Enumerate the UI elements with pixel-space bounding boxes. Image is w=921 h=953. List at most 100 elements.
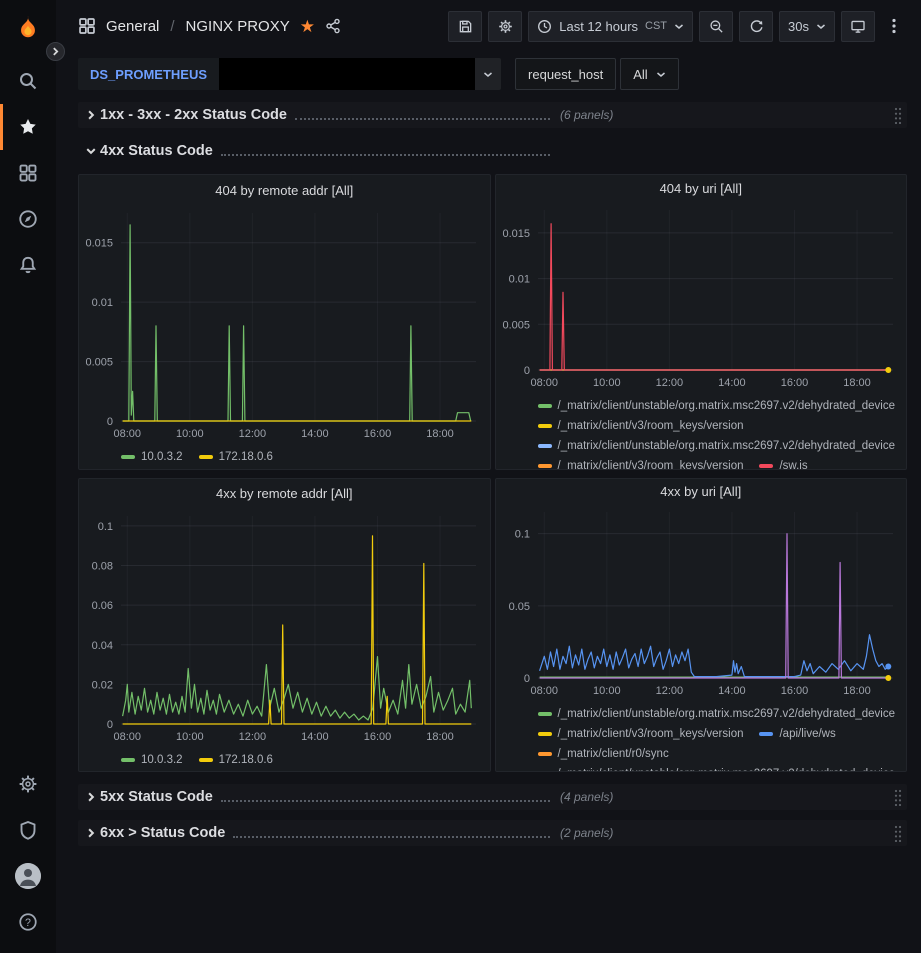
legend-item[interactable]: /_matrix/client/unstable/org.matrix.msc2… [538,767,896,771]
timeseries-chart[interactable]: 00.0050.010.01508:0010:0012:0014:0016:00… [79,205,490,448]
favorite-star-icon[interactable]: ★ [300,18,315,35]
refresh-button[interactable] [739,11,773,42]
panel-4xx-by-uri: 4xx by uri [All] 00.050.108:0010:0012:00… [495,478,908,772]
legend-swatch [199,758,213,762]
legend-item[interactable]: /_matrix/client/unstable/org.matrix.msc2… [538,439,896,453]
chevron-right-icon [82,110,100,120]
row-panel-count: (6 panels) [560,108,613,122]
sidebar-item-explore[interactable] [0,196,56,242]
svg-text:0.05: 0.05 [508,600,529,612]
kebab-menu-button[interactable] [881,11,907,42]
share-icon[interactable] [325,18,341,34]
row-toggle-4xx[interactable]: 4xx Status Code [78,138,907,164]
svg-text:18:00: 18:00 [426,731,454,743]
sidebar-collapse-button[interactable] [46,42,65,61]
sidebar-item-alerting[interactable] [0,242,56,288]
legend-item[interactable]: /sw.js [759,459,807,469]
panel-legend: /_matrix/client/unstable/org.matrix.msc2… [496,705,907,771]
variables-toolbar: DS_PROMETHEUS request_host All [56,52,921,100]
save-dashboard-button[interactable] [448,11,482,42]
star-icon [18,117,38,137]
breadcrumb-title[interactable]: NGINX PROXY [186,18,290,35]
legend-item[interactable]: /_matrix/client/v3/room_keys/version [538,727,744,741]
legend-item[interactable]: /_matrix/client/unstable/org.matrix.msc2… [538,399,896,413]
sidebar-item-settings[interactable] [0,761,56,807]
dashboard-scroll-area[interactable]: 1xx - 3xx - 2xx Status Code (6 panels) [56,100,921,953]
svg-text:14:00: 14:00 [301,731,329,743]
legend-swatch [538,404,552,408]
panel-header[interactable]: 404 by remote addr [All] [79,175,490,205]
apps-grid-icon[interactable] [78,17,96,35]
time-range-picker[interactable]: Last 12 hours CST [528,11,693,42]
main-area: General / NGINX PROXY ★ [56,0,921,953]
datasource-variable-label[interactable]: DS_PROMETHEUS [78,58,219,90]
search-icon [18,71,38,91]
dotted-leader [233,828,550,838]
breadcrumb-separator: / [169,18,175,35]
legend-label: /_matrix/client/unstable/org.matrix.msc2… [558,767,896,771]
time-range-label: Last 12 hours [559,19,638,34]
legend-label: /sw.js [779,459,807,469]
zoom-out-icon [709,19,724,34]
svg-text:0.005: 0.005 [85,357,113,369]
shield-icon [18,820,38,840]
row-toggle-6xx[interactable]: 6xx > Status Code (2 panels) [78,820,907,846]
panel-404-by-remote-addr: 404 by remote addr [All] 00.0050.010.015… [78,174,491,470]
legend-item[interactable]: /_matrix/client/v3/room_keys/version [538,419,744,433]
request-host-value-dropdown[interactable]: All [620,58,678,90]
request-host-filter: request_host All [515,58,679,90]
timeseries-chart[interactable]: 00.020.040.060.080.108:0010:0012:0014:00… [79,508,490,751]
cycle-view-mode-button[interactable] [841,11,875,42]
legend-item[interactable]: /_matrix/client/v3/room_keys/version [538,459,744,469]
sidebar-item-help[interactable]: ? [0,899,56,945]
svg-text:14:00: 14:00 [301,428,329,440]
dotted-leader [221,792,550,802]
legend-item[interactable]: /api/live/ws [759,727,835,741]
svg-text:0.015: 0.015 [502,228,530,240]
dashboard-settings-button[interactable] [488,11,522,42]
sidebar: ? [0,0,56,953]
chevron-down-icon [82,146,100,156]
legend-item[interactable]: 172.18.0.6 [199,450,273,464]
sidebar-item-starred[interactable] [0,104,56,150]
kebab-icon [892,18,896,34]
sidebar-item-profile[interactable] [0,853,56,899]
monitor-icon [850,19,866,34]
sidebar-item-server-admin[interactable] [0,807,56,853]
sidebar-item-search[interactable] [0,58,56,104]
refresh-icon [749,19,764,34]
zoom-out-button[interactable] [699,11,733,42]
breadcrumb-section[interactable]: General [106,18,159,35]
panel-header[interactable]: 4xx by remote addr [All] [79,479,490,508]
row-drag-handle[interactable] [893,788,903,806]
request-host-key[interactable]: request_host [515,58,616,90]
grafana-app: ? General / NGINX PROXY ★ [0,0,921,953]
panel-legend: /_matrix/client/unstable/org.matrix.msc2… [496,397,907,469]
legend-item[interactable]: /_matrix/client/unstable/org.matrix.msc2… [538,707,896,721]
legend-item[interactable]: 10.0.3.2 [121,753,183,767]
svg-text:0: 0 [107,416,113,428]
row-drag-handle[interactable] [893,824,903,842]
panel-header[interactable]: 4xx by uri [All] [496,479,907,504]
row-toggle-5xx[interactable]: 5xx Status Code (4 panels) [78,784,907,810]
svg-text:0.04: 0.04 [92,640,113,652]
panel-header[interactable]: 404 by uri [All] [496,175,907,202]
svg-text:18:00: 18:00 [426,428,454,440]
row-drag-handle[interactable] [893,106,903,124]
bell-icon [18,255,38,275]
panel-title: 404 by remote addr [All] [215,183,353,198]
refresh-interval-dropdown[interactable]: 30s [779,11,835,42]
timeseries-chart[interactable]: 00.0050.010.01508:0010:0012:0014:0016:00… [496,202,907,397]
timeseries-chart[interactable]: 00.050.108:0010:0012:0014:0016:0018:00 [496,504,907,705]
legend-item[interactable]: 10.0.3.2 [121,450,183,464]
legend-label: 172.18.0.6 [219,450,273,464]
legend-label: /_matrix/client/unstable/org.matrix.msc2… [558,439,896,453]
legend-item[interactable]: 172.18.0.6 [199,753,273,767]
datasource-variable-value[interactable] [219,58,501,90]
row-toggle-1xx-3xx-2xx[interactable]: 1xx - 3xx - 2xx Status Code (6 panels) [78,102,907,128]
gear-icon [18,774,38,794]
sidebar-item-dashboards[interactable] [0,150,56,196]
chevron-down-icon [674,23,684,30]
legend-item[interactable]: /_matrix/client/r0/sync [538,747,669,761]
sidebar-bottom-group: ? [0,761,56,945]
